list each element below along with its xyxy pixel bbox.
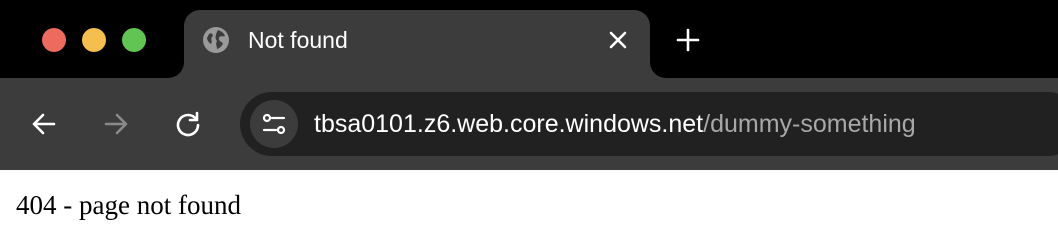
window-minimize-button[interactable] [82,28,106,52]
url-path: /dummy-something [703,110,916,138]
browser-chrome: Not found tbsa0101.z6.web.core.windows.n… [0,0,1058,170]
tab-title: Not found [248,27,348,53]
toolbar: tbsa0101.z6.web.core.windows.net/dummy-s… [0,78,1058,170]
arrow-right-icon[interactable] [98,106,134,142]
tune-icon[interactable] [250,100,298,148]
plus-icon[interactable] [672,24,704,56]
close-icon[interactable] [604,26,632,54]
url-host: tbsa0101.z6.web.core.windows.net [314,110,704,138]
tab-active[interactable]: Not found [184,10,650,78]
address-bar[interactable]: tbsa0101.z6.web.core.windows.net/dummy-s… [240,92,1058,156]
tab-strip: Not found [0,0,1058,78]
globe-icon [202,26,230,54]
url-text: tbsa0101.z6.web.core.windows.net/dummy-s… [314,109,916,139]
arrow-left-icon[interactable] [26,106,62,142]
page-message: 404 - page not found [16,190,241,220]
page-content: 404 - page not found [0,170,1058,246]
reload-icon[interactable] [170,106,206,142]
window-zoom-button[interactable] [122,28,146,52]
window-close-button[interactable] [42,28,66,52]
